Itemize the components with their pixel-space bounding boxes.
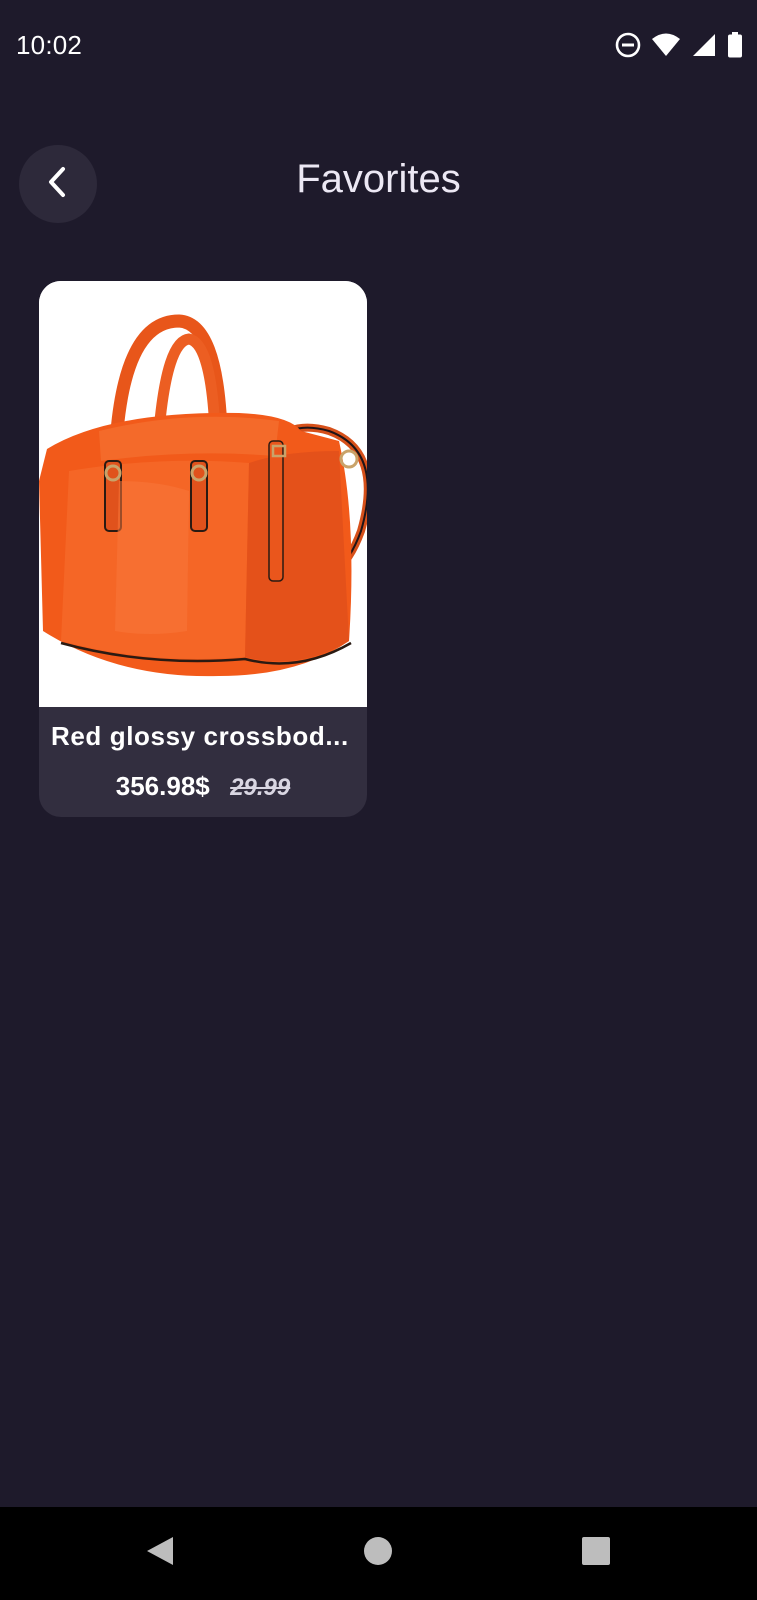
favorite-product-card[interactable]: Red glossy crossbod... 356.98$ 29.99 — [39, 281, 367, 817]
page-title-text: Favorites — [296, 157, 461, 201]
status-bar: 10:02 — [0, 0, 757, 96]
status-icons — [615, 32, 743, 58]
status-time: 10:02 — [16, 30, 83, 60]
favorites-screen: 10:02 Favorites Red glossy crossbod... 3… — [0, 0, 757, 1600]
nav-home-button[interactable] — [348, 1507, 408, 1600]
product-price: 356.98$ — [115, 771, 210, 801]
signal-icon — [691, 32, 717, 58]
system-nav-bar — [0, 1507, 757, 1600]
wifi-icon — [651, 32, 681, 58]
page-title: Favorites — [0, 157, 757, 202]
do-not-disturb-icon — [615, 32, 641, 58]
product-old-price: 29.99 — [230, 774, 291, 801]
battery-icon — [727, 32, 743, 58]
nav-back-button[interactable] — [130, 1507, 190, 1600]
back-button[interactable] — [19, 145, 97, 223]
product-image — [39, 281, 367, 707]
orange-handbag-image — [39, 281, 367, 707]
price-row: 356.98$ 29.99 — [39, 771, 367, 802]
product-name: Red glossy crossbod... — [51, 721, 349, 751]
chevron-left-icon — [43, 164, 73, 205]
square-recents-icon — [581, 1536, 611, 1571]
nav-recents-button[interactable] — [566, 1507, 626, 1600]
circle-home-icon — [363, 1536, 393, 1571]
triangle-back-icon — [145, 1535, 175, 1572]
